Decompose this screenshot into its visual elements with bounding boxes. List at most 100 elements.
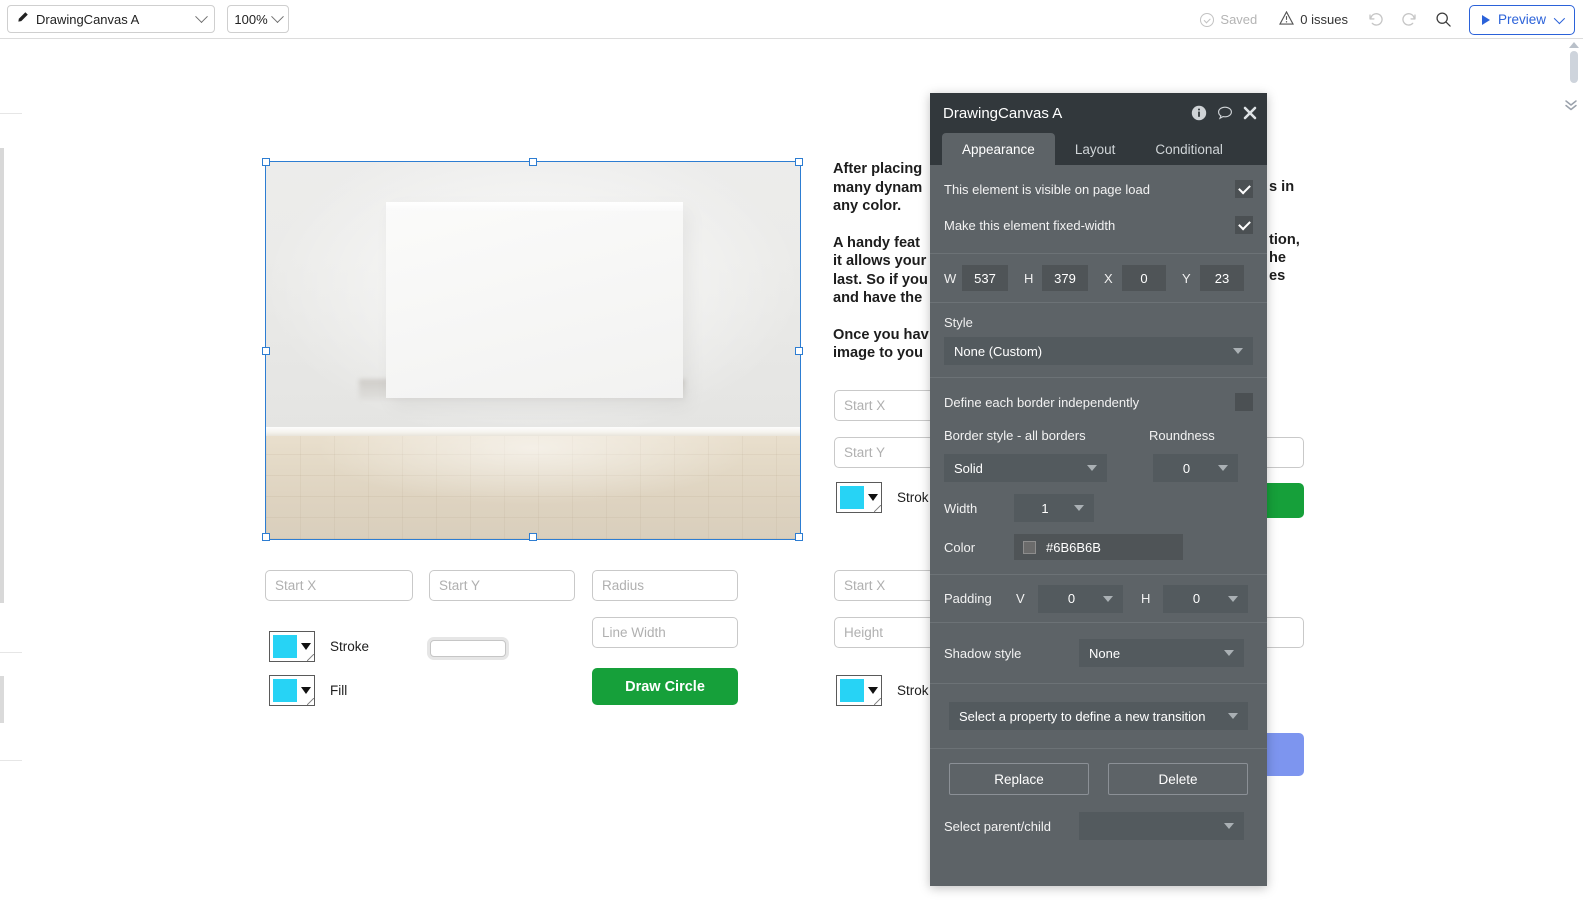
placeholder-text: Start X <box>275 578 316 593</box>
border-color-row: Color #6B6B6B <box>930 528 1267 566</box>
resize-handle-n[interactable] <box>529 158 537 166</box>
border-width-row: Width 1 <box>930 488 1267 528</box>
roundness-select[interactable]: 0 <box>1153 454 1238 482</box>
line-width-slider[interactable] <box>430 640 506 657</box>
dimensions-row: W 537 H 379 X 0 Y 23 <box>930 254 1267 302</box>
shape-a-stroke-label: Strok <box>897 490 929 505</box>
warning-triangle-icon <box>1279 11 1294 28</box>
redo-button[interactable] <box>1393 0 1427 39</box>
left-ruler-mark <box>0 652 22 653</box>
shadow-style-select[interactable]: None <box>1079 639 1244 667</box>
border-style-select[interactable]: Solid <box>944 454 1107 482</box>
text-line: Once you hav <box>833 327 929 343</box>
padding-h-value: 0 <box>1193 591 1200 606</box>
left-ruler-mark <box>0 113 22 114</box>
chevron-down-icon <box>271 10 284 23</box>
left-scrollbar-track[interactable] <box>0 148 4 603</box>
draw-circle-button[interactable]: Draw Circle <box>592 668 738 705</box>
style-select-wrap: None (Custom) <box>930 337 1267 377</box>
circle-start-x-input[interactable]: Start X <box>265 570 413 601</box>
transition-select[interactable]: Select a property to define a new transi… <box>949 702 1248 730</box>
shape-b-stroke-label: Strok <box>897 683 929 698</box>
info-icon[interactable] <box>1191 105 1207 121</box>
tab-conditional[interactable]: Conditional <box>1135 133 1243 165</box>
issues-indicator[interactable]: 0 issues <box>1268 0 1359 39</box>
y-input[interactable]: 23 <box>1200 265 1244 291</box>
circle-radius-input[interactable]: Radius <box>592 570 738 601</box>
circle-fill-color-picker[interactable] <box>269 675 315 706</box>
y-label: Y <box>1182 271 1200 286</box>
fixed-width-label: Make this element fixed-width <box>944 218 1235 233</box>
panel-title: DrawingCanvas A <box>943 105 1191 122</box>
text-line: A handy feat <box>833 235 920 251</box>
delete-button[interactable]: Delete <box>1108 763 1248 795</box>
left-scrollbar-track-lower[interactable] <box>0 676 4 723</box>
border-style-value: Solid <box>954 461 983 476</box>
resize-handle-se[interactable] <box>795 533 803 541</box>
border-color-label: Color <box>944 540 1014 555</box>
panel-body: This element is visible on page load Mak… <box>930 171 1267 843</box>
toolbar-right-group: Saved 0 issues Preview <box>1189 0 1575 39</box>
padding-h-select[interactable]: 0 <box>1163 585 1248 613</box>
zoom-level-dropdown[interactable]: 100% <box>227 5 289 33</box>
circle-start-y-input[interactable]: Start Y <box>429 570 575 601</box>
circle-line-width-input[interactable]: Line Width <box>592 617 738 648</box>
resize-grip-icon <box>307 698 314 705</box>
canvas-vertical-scrollbar[interactable] <box>1568 42 1579 90</box>
shape-a-stroke-color-picker[interactable] <box>836 482 882 513</box>
resize-handle-w[interactable] <box>262 347 270 355</box>
scroll-up-arrow-icon[interactable] <box>1569 42 1579 48</box>
style-select[interactable]: None (Custom) <box>944 337 1253 365</box>
resize-handle-sw[interactable] <box>262 533 270 541</box>
x-label: X <box>1104 271 1122 286</box>
shape-b-stroke-color-picker[interactable] <box>836 675 882 706</box>
width-input[interactable]: 537 <box>962 265 1008 291</box>
height-input[interactable]: 379 <box>1042 265 1088 291</box>
collapse-double-chevron-icon[interactable] <box>1563 98 1579 117</box>
undo-button[interactable] <box>1359 0 1393 39</box>
border-color-field[interactable]: #6B6B6B <box>1014 534 1183 560</box>
padding-h-label: H <box>1141 591 1163 606</box>
panel-action-buttons: Replace Delete <box>930 749 1267 809</box>
tab-layout[interactable]: Layout <box>1055 133 1136 165</box>
padding-v-select[interactable]: 0 <box>1038 585 1123 613</box>
panel-header: DrawingCanvas A <box>930 93 1267 133</box>
fixed-width-checkbox[interactable] <box>1235 216 1253 234</box>
border-width-label: Width <box>944 501 1014 516</box>
text-line: image to you <box>833 345 923 361</box>
preview-label: Preview <box>1498 12 1546 27</box>
chevron-down-icon <box>1228 596 1238 602</box>
comment-icon[interactable] <box>1217 105 1233 121</box>
close-icon[interactable] <box>1243 106 1257 120</box>
element-selector-dropdown[interactable]: DrawingCanvas A <box>7 5 215 33</box>
element-selector-label: DrawingCanvas A <box>36 12 190 27</box>
resize-grip-icon <box>307 654 314 661</box>
scrollbar-thumb[interactable] <box>1570 51 1578 83</box>
roundness-value: 0 <box>1183 461 1190 476</box>
visible-on-load-checkbox[interactable] <box>1235 180 1253 198</box>
app-root: DrawingCanvas A 100% Saved 0 issues <box>0 0 1583 904</box>
define-border-label: Define each border independently <box>944 395 1235 410</box>
chevron-down-icon <box>1233 348 1243 354</box>
border-width-select[interactable]: 1 <box>1014 494 1094 522</box>
tab-appearance[interactable]: Appearance <box>942 133 1055 165</box>
replace-button[interactable]: Replace <box>949 763 1089 795</box>
issues-label: 0 issues <box>1300 12 1348 27</box>
border-style-label: Border style - all borders <box>944 428 1149 443</box>
define-border-checkbox[interactable] <box>1235 393 1253 411</box>
resize-handle-nw[interactable] <box>262 158 270 166</box>
resize-handle-e[interactable] <box>795 347 803 355</box>
artwork-frame <box>386 202 682 398</box>
preview-button[interactable]: Preview <box>1469 5 1575 35</box>
x-input[interactable]: 0 <box>1122 265 1166 291</box>
parent-child-select[interactable] <box>1079 812 1244 840</box>
resize-handle-s[interactable] <box>529 533 537 541</box>
circle-stroke-color-picker[interactable] <box>269 631 315 662</box>
drawing-canvas-element[interactable] <box>266 162 800 539</box>
chevron-down-icon <box>1103 596 1113 602</box>
text-line: it allows your <box>833 253 926 269</box>
search-button[interactable] <box>1427 0 1461 39</box>
circle-stroke-label: Stroke <box>330 639 369 654</box>
resize-handle-ne[interactable] <box>795 158 803 166</box>
color-swatch <box>840 486 864 509</box>
